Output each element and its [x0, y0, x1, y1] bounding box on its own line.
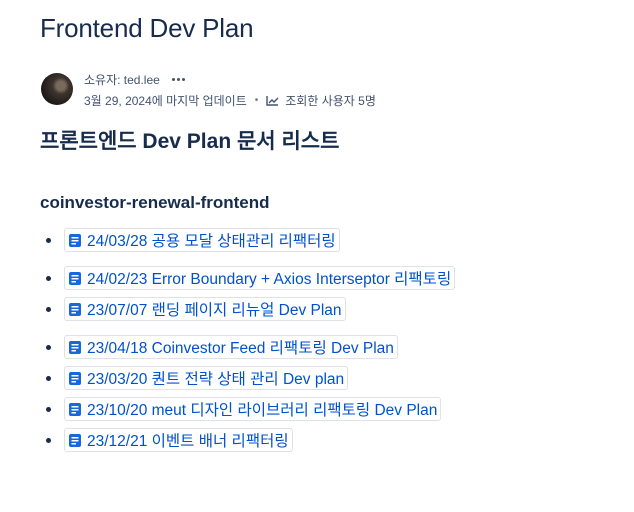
page-title: Frontend Dev Plan [40, 13, 254, 43]
page-document-icon [68, 271, 82, 286]
list-item: 24/02/23 Error Boundary + Axios Intersep… [46, 266, 456, 290]
page-link[interactable]: 24/03/28 공용 모달 상태관리 리팩터링 [64, 228, 340, 252]
page-link-label: 24/02/23 Error Boundary + Axios Intersep… [87, 271, 452, 288]
section-heading: coinvestor-renewal-frontend [40, 193, 270, 212]
list-item: 23/03/20 퀀트 전략 상태 관리 Dev plan [46, 366, 349, 390]
meta-separator: • [254, 95, 259, 106]
page-link[interactable]: 23/07/07 랜딩 페이지 리뉴얼 Dev Plan [64, 297, 346, 321]
list-bullet [46, 344, 51, 350]
list-bullet [46, 375, 51, 381]
page-document-icon [68, 340, 82, 355]
page-link[interactable]: 23/03/20 퀀트 전략 상태 관리 Dev plan [64, 366, 349, 390]
page-link[interactable]: 23/12/21 이벤트 배너 리팩터링 [64, 428, 293, 452]
page-link-label: 23/04/18 Coinvestor Feed 리팩토링 Dev Plan [87, 340, 394, 357]
page-link-label: 24/03/28 공용 모달 상태관리 리팩터링 [87, 233, 336, 250]
page-document-icon [68, 233, 82, 248]
viewers-link[interactable]: 조회한 사용자 5명 [285, 92, 376, 109]
list-item: 24/03/28 공용 모달 상태관리 리팩터링 [46, 228, 340, 252]
page-link[interactable]: 23/10/20 meut 디자인 라이브러리 리팩토링 Dev Plan [64, 397, 442, 421]
list-bullet [46, 237, 51, 243]
list-bullet [46, 437, 51, 443]
page-link[interactable]: 23/04/18 Coinvestor Feed 리팩토링 Dev Plan [64, 335, 398, 359]
list-bullet [46, 306, 51, 312]
document-list-heading: 프론트엔드 Dev Plan 문서 리스트 [40, 130, 340, 153]
page-document-icon [68, 433, 82, 448]
list-bullet [46, 275, 51, 281]
list-item: 23/04/18 Coinvestor Feed 리팩토링 Dev Plan [46, 335, 398, 359]
page-link[interactable]: 24/02/23 Error Boundary + Axios Intersep… [64, 266, 456, 290]
page-document-icon [68, 402, 82, 417]
owner-avatar[interactable] [41, 73, 73, 105]
list-item: 23/10/20 meut 디자인 라이브러리 리팩토링 Dev Plan [46, 397, 442, 421]
page-meta-row: 3월 29, 2024에 마지막 업데이트 • 조회한 사용자 5명 [84, 92, 376, 109]
page-link-label: 23/03/20 퀀트 전략 상태 관리 Dev plan [87, 371, 345, 388]
page-document-icon [68, 302, 82, 317]
owner-row: 소유자: ted.lee [84, 71, 187, 88]
trend-chart-icon [266, 95, 279, 106]
owner-label[interactable]: 소유자: ted.lee [84, 71, 160, 88]
page-link-label: 23/10/20 meut 디자인 라이브러리 리팩토링 Dev Plan [87, 402, 438, 419]
page-link-label: 23/07/07 랜딩 페이지 리뉴얼 Dev Plan [87, 302, 342, 319]
list-bullet [46, 406, 51, 412]
page-link-label: 23/12/21 이벤트 배너 리팩터링 [87, 433, 289, 450]
more-dots-icon[interactable] [170, 76, 187, 83]
last-updated-text: 3월 29, 2024에 마지막 업데이트 [84, 94, 247, 108]
list-item: 23/12/21 이벤트 배너 리팩터링 [46, 428, 293, 452]
page-document-icon [68, 371, 82, 386]
list-item: 23/07/07 랜딩 페이지 리뉴얼 Dev Plan [46, 297, 346, 321]
